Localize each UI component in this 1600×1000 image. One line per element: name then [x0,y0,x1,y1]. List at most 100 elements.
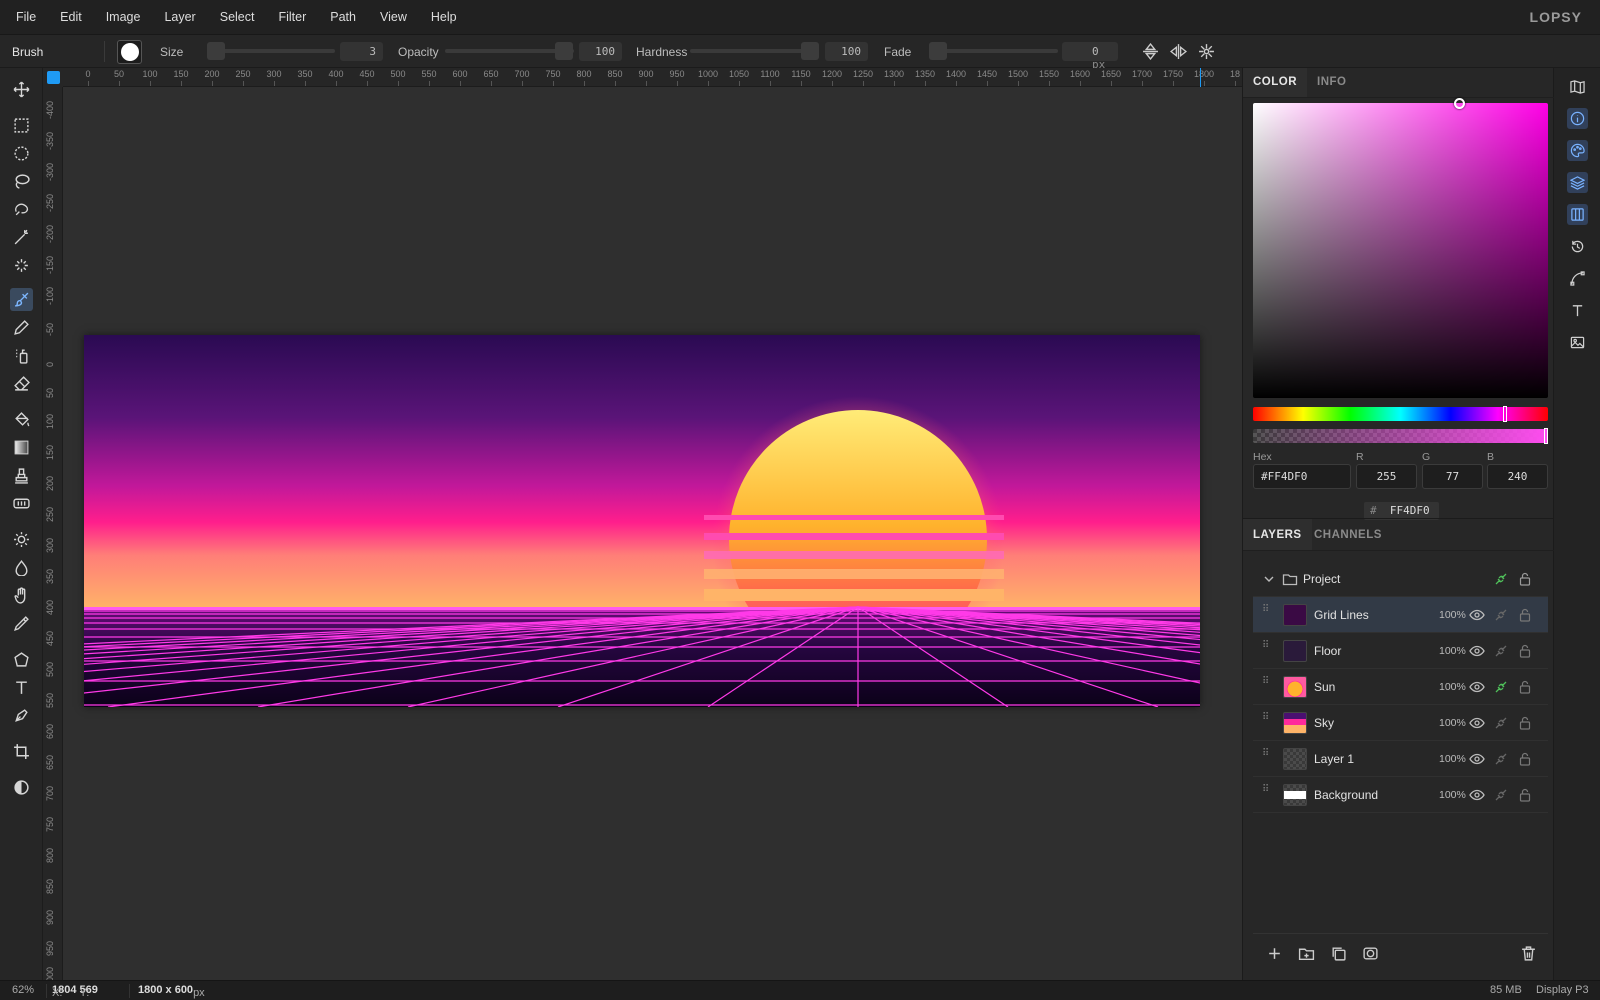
horizontal-ruler[interactable]: 0 50 100 150 200 250 300 350 400 450 500 550 600 650 7… [63,68,1242,87]
drag-handle-icon[interactable]: ⠿ [1262,713,1269,729]
menu-file[interactable]: File [0,10,48,24]
layer-row[interactable]: ⠿ Sky 100% [1253,705,1548,741]
brush-icon[interactable] [10,288,33,311]
lock-icon[interactable] [1517,787,1533,803]
stamp-icon[interactable] [10,464,33,487]
eye-icon[interactable] [1469,607,1485,623]
menu-select[interactable]: Select [208,10,267,24]
eraser-icon[interactable] [10,372,33,395]
lock-icon[interactable] [1517,571,1533,587]
ellipse-select-icon[interactable] [10,142,33,165]
spray-icon[interactable] [10,344,33,367]
size-value[interactable]: 3 [340,42,383,61]
blur-icon[interactable] [10,556,33,579]
eye-icon[interactable] [1469,643,1485,659]
hardness-value[interactable]: 100 [825,42,868,61]
fade-slider[interactable] [929,49,1058,53]
zoom-level[interactable]: 62% [12,984,34,996]
layer-row[interactable]: ⠿ Grid Lines 100% [1253,597,1548,633]
menu-layer[interactable]: Layer [152,10,207,24]
palette-icon[interactable] [1567,140,1588,161]
layer-row[interactable]: ⠿ Floor 100% [1253,633,1548,669]
layer-name[interactable]: Sky [1314,716,1334,730]
move-icon[interactable] [10,78,33,101]
link-icon[interactable] [1493,571,1509,587]
new-group-icon[interactable] [1298,945,1315,962]
text-icon[interactable] [10,676,33,699]
canvas-area[interactable] [63,87,1242,980]
ruler-origin[interactable] [43,68,63,87]
layer-row[interactable]: ⠿ Sun 100% [1253,669,1548,705]
history-icon[interactable] [1567,236,1588,257]
menu-edit[interactable]: Edit [48,10,94,24]
brush-preview[interactable] [117,40,142,64]
pen-icon[interactable] [10,704,33,727]
color-picker-cursor[interactable] [1454,98,1465,109]
layer-name[interactable]: Sun [1314,680,1335,694]
b-input[interactable]: 240 [1487,464,1548,489]
crop-icon[interactable] [10,740,33,763]
drag-handle-icon[interactable]: ⠿ [1262,605,1269,621]
fade-slider-thumb[interactable] [929,42,947,60]
tab-layers[interactable]: LAYERS [1243,519,1312,551]
hue-slider-thumb[interactable] [1503,406,1507,422]
layer-name[interactable]: Floor [1314,644,1341,658]
tab-color[interactable]: COLOR [1243,68,1308,97]
opacity-slider-thumb[interactable] [555,42,573,60]
tab-info[interactable]: INFO [1307,68,1356,97]
menu-image[interactable]: Image [94,10,153,24]
path-icon[interactable] [1567,268,1588,289]
flip-horizontal-icon[interactable] [1169,43,1188,60]
opacity-value[interactable]: 100 [579,42,622,61]
layer-opacity[interactable]: 100% [1439,753,1466,765]
chevron-down-icon[interactable] [1261,571,1277,587]
quick-select-icon[interactable] [10,254,33,277]
menu-filter[interactable]: Filter [266,10,318,24]
add-layer-icon[interactable] [1266,945,1283,962]
link-icon[interactable] [1493,751,1509,767]
g-input[interactable]: 77 [1422,464,1483,489]
layer-opacity[interactable]: 100% [1439,789,1466,801]
lock-icon[interactable] [1517,607,1533,623]
lasso-icon[interactable] [10,170,33,193]
drag-handle-icon[interactable]: ⠿ [1262,749,1269,765]
hue-slider[interactable] [1253,406,1548,422]
polygon-icon[interactable] [10,648,33,671]
layer-opacity[interactable]: 100% [1439,717,1466,729]
lock-icon[interactable] [1517,715,1533,731]
layer-row[interactable]: ⠿ Layer 1 100% [1253,741,1548,777]
hex-input[interactable]: #FF4DF0 [1253,464,1351,489]
alpha-slider[interactable] [1253,428,1548,444]
gradient-icon[interactable] [10,436,33,459]
size-slider[interactable] [207,49,335,53]
saturation-value-picker[interactable] [1253,98,1548,398]
map-icon[interactable] [1567,76,1588,97]
columns-icon[interactable] [1567,204,1588,225]
duplicate-icon[interactable] [1330,945,1347,962]
layer-name[interactable]: Layer 1 [1314,752,1354,766]
drag-handle-icon[interactable]: ⠿ [1262,677,1269,693]
eyedropper-icon[interactable] [10,612,33,635]
symmetry-icon[interactable] [1198,43,1215,60]
link-icon[interactable] [1493,643,1509,659]
artwork-canvas[interactable] [84,335,1200,707]
flip-vertical-icon[interactable] [1142,42,1159,61]
menu-help[interactable]: Help [419,10,469,24]
layer-name[interactable]: Background [1314,788,1378,802]
dodge-icon[interactable] [10,528,33,551]
delete-icon[interactable] [1520,945,1537,962]
menu-path[interactable]: Path [318,10,368,24]
eye-icon[interactable] [1469,751,1485,767]
layer-opacity[interactable]: 100% [1439,645,1466,657]
drag-handle-icon[interactable]: ⠿ [1262,641,1269,657]
rect-select-icon[interactable] [10,114,33,137]
eye-icon[interactable] [1469,715,1485,731]
fade-value[interactable]: 0 px [1062,42,1118,71]
lock-icon[interactable] [1517,751,1533,767]
pencil-icon[interactable] [10,316,33,339]
hand-icon[interactable] [10,584,33,607]
hardness-slider[interactable] [690,49,819,53]
layer-group-project[interactable]: Project [1253,561,1548,597]
magnetic-lasso-icon[interactable] [10,198,33,221]
hardness-slider-thumb[interactable] [801,42,819,60]
